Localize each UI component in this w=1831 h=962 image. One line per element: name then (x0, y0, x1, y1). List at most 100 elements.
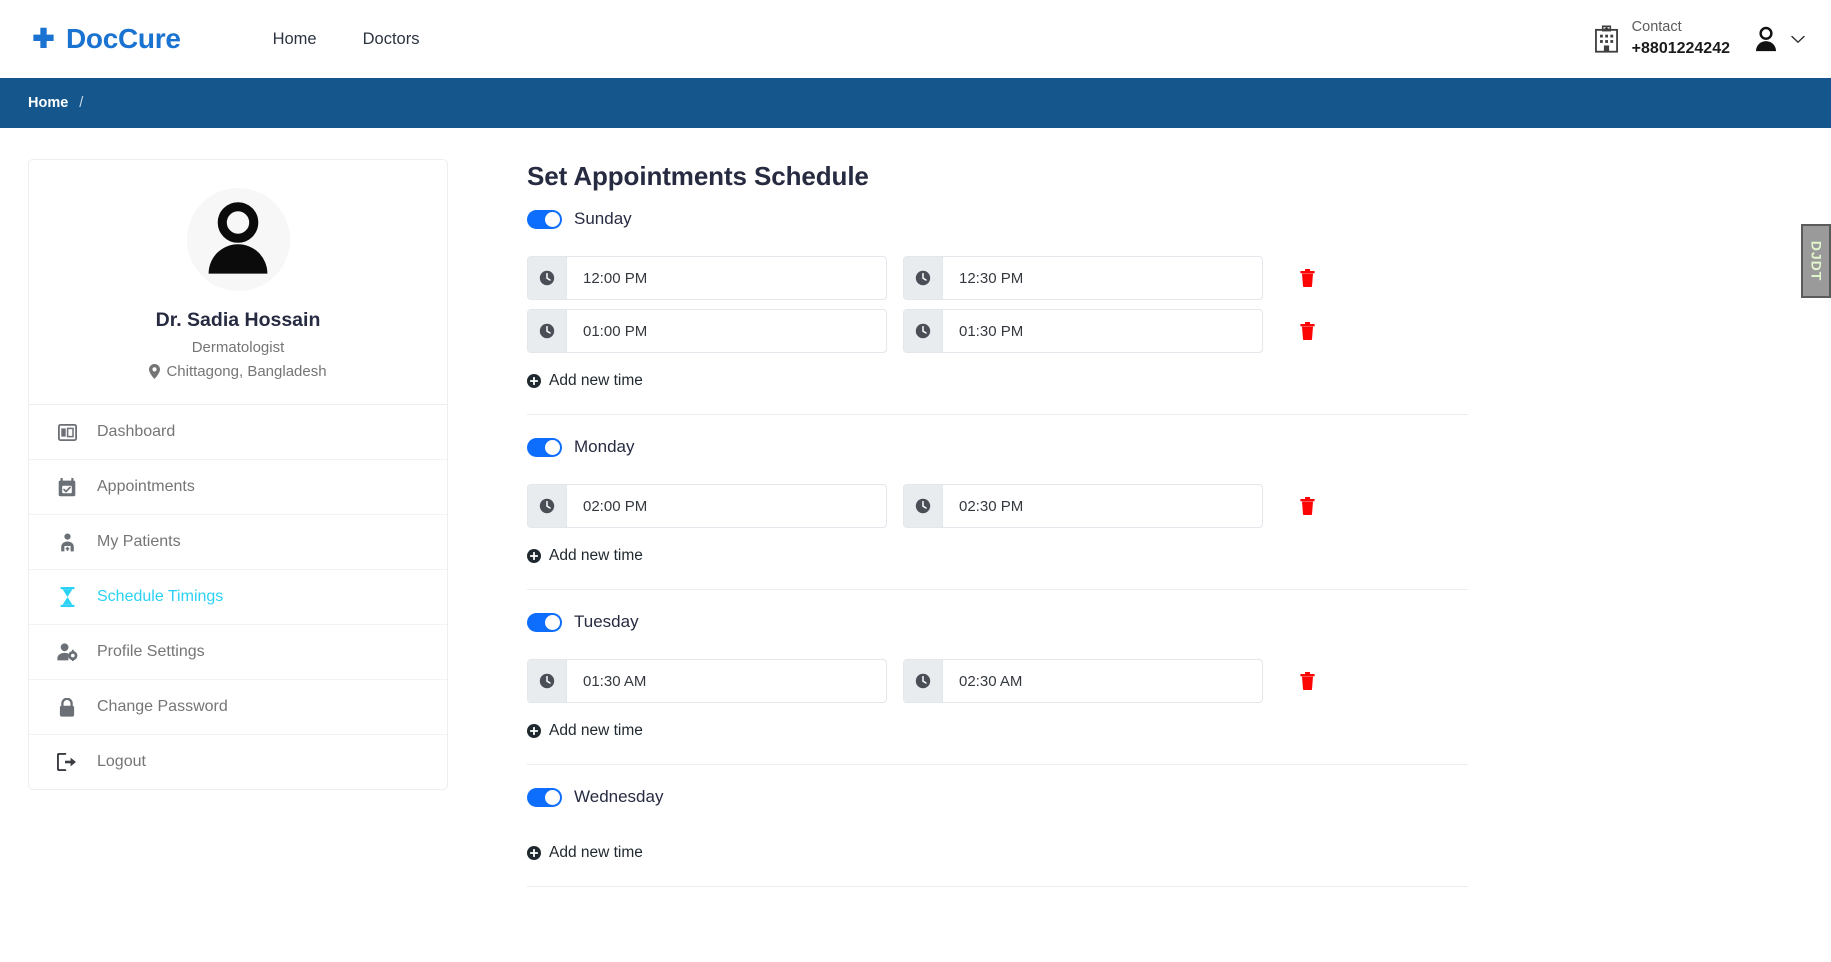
day-label: Monday (574, 437, 635, 456)
breadcrumb-item-home[interactable]: Home (28, 95, 68, 111)
start-time-input[interactable] (567, 257, 886, 299)
end-time-field[interactable] (903, 256, 1263, 300)
contact-block: Contact +8801224242 (1594, 18, 1730, 59)
user-avatar-icon (208, 201, 268, 274)
sidebar-item-profile-settings[interactable]: Profile Settings (29, 625, 447, 680)
chevron-down-icon (1791, 35, 1805, 43)
day-section-tuesday: Tuesday 01:30 AM 02:30 AM Add new time (527, 612, 1468, 743)
hourglass-icon (56, 586, 78, 608)
start-time-input[interactable] (567, 310, 886, 352)
delete-slot-button[interactable] (1295, 668, 1319, 694)
lock-icon (56, 696, 78, 718)
plus-circle-icon (527, 374, 541, 388)
sidebar: Dr. Sadia Hossain Dermatologist Chittago… (28, 159, 448, 909)
page-body: Dr. Sadia Hossain Dermatologist Chittago… (0, 128, 1831, 909)
add-new-time-button[interactable]: Add new time (527, 844, 643, 862)
start-time-field[interactable] (527, 309, 887, 353)
sidebar-item-label: Appointments (97, 478, 195, 495)
end-time-input[interactable] (943, 660, 1262, 702)
add-new-time-button[interactable]: Add new time (527, 372, 643, 390)
sidebar-item-label: Profile Settings (97, 643, 205, 660)
plus-circle-icon (527, 549, 541, 563)
clock-icon (904, 310, 943, 352)
trash-icon (1299, 269, 1315, 287)
start-time-field[interactable] (527, 484, 887, 528)
time-slot-row (527, 256, 1468, 300)
delete-slot-button[interactable] (1295, 493, 1319, 519)
delete-slot-button[interactable] (1295, 265, 1319, 291)
day-header: Sunday (527, 209, 1468, 229)
django-debug-toolbar-label: DJDT (1808, 240, 1824, 282)
sidebar-item-change-password[interactable]: Change Password (29, 680, 447, 735)
trash-icon (1299, 497, 1315, 515)
end-time-input[interactable] (943, 310, 1262, 352)
hospital-icon (1594, 25, 1618, 53)
profile-summary: Dr. Sadia Hossain Dermatologist Chittago… (29, 160, 447, 405)
day-toggle-wednesday[interactable] (527, 787, 562, 807)
main-nav: Home Doctors (273, 30, 420, 49)
logo-link[interactable]: DocCure (30, 23, 181, 55)
day-section-sunday: Sunday 12:00 PM 12:30 PM 01:00 PM 01:30 … (527, 209, 1468, 393)
day-toggle-monday[interactable] (527, 437, 562, 457)
plus-circle-icon (527, 846, 541, 860)
contact-label: Contact (1631, 19, 1682, 36)
add-new-time-button[interactable]: Add new time (527, 722, 643, 740)
sidebar-item-label: Dashboard (97, 423, 176, 440)
end-time-field[interactable] (903, 309, 1263, 353)
sidebar-item-label: My Patients (97, 533, 181, 550)
clock-icon (528, 485, 567, 527)
user-gear-icon (56, 641, 78, 663)
clock-icon (528, 660, 567, 702)
user-menu-button[interactable] (1752, 25, 1805, 53)
time-slot-row (527, 309, 1468, 353)
map-pin-icon (149, 364, 161, 379)
main-content: Set Appointments Schedule Sunday 12:00 P… (478, 159, 1831, 909)
breadcrumb: Home / (0, 78, 1831, 128)
trash-icon (1299, 322, 1315, 340)
start-time-field[interactable] (527, 659, 887, 703)
delete-slot-button[interactable] (1295, 318, 1319, 344)
header-right: Contact +8801224242 (1594, 18, 1805, 59)
sidebar-menu: Dashboard Appointments My Patients Sched… (29, 405, 447, 789)
start-time-input[interactable] (567, 485, 886, 527)
day-section-monday: Monday 02:00 PM 02:30 PM Add new time (527, 437, 1468, 568)
plus-circle-icon (527, 724, 541, 738)
day-label: Wednesday (574, 787, 664, 806)
time-slot-row (527, 484, 1468, 528)
sidebar-item-dashboard[interactable]: Dashboard (29, 405, 447, 460)
add-new-time-button[interactable]: Add new time (527, 547, 643, 565)
doctor-specialty: Dermatologist (191, 339, 285, 356)
django-debug-toolbar-tab[interactable]: DJDT (1801, 224, 1831, 298)
start-time-input[interactable] (567, 660, 886, 702)
add-new-time-label: Add new time (549, 844, 643, 861)
trash-icon (1299, 672, 1315, 690)
end-time-field[interactable] (903, 484, 1263, 528)
logo-text: DocCure (66, 23, 181, 54)
section-divider (527, 414, 1468, 415)
avatar (186, 188, 290, 291)
add-new-time-label: Add new time (549, 722, 643, 739)
sidebar-item-my-patients[interactable]: My Patients (29, 515, 447, 570)
day-toggle-sunday[interactable] (527, 209, 562, 229)
end-time-input[interactable] (943, 257, 1262, 299)
patients-icon (56, 531, 78, 553)
sidebar-item-label: Change Password (97, 698, 228, 715)
sidebar-item-schedule-timings[interactable]: Schedule Timings (29, 570, 447, 625)
sidebar-item-logout[interactable]: Logout (29, 735, 447, 789)
calendar-check-icon (56, 476, 78, 498)
nav-item-home[interactable]: Home (273, 30, 317, 49)
day-toggle-tuesday[interactable] (527, 612, 562, 632)
clock-icon (528, 310, 567, 352)
sidebar-item-appointments[interactable]: Appointments (29, 460, 447, 515)
end-time-input[interactable] (943, 485, 1262, 527)
end-time-field[interactable] (903, 659, 1263, 703)
breadcrumb-separator: / (79, 95, 84, 111)
add-new-time-label: Add new time (549, 372, 643, 389)
start-time-field[interactable] (527, 256, 887, 300)
medical-cross-icon (33, 27, 54, 48)
site-header: DocCure Home Doctors Contact +8801224242 (0, 0, 1831, 78)
user-avatar-icon (1755, 26, 1777, 52)
nav-item-doctors[interactable]: Doctors (363, 30, 420, 49)
sidebar-item-label: Logout (97, 753, 146, 770)
doctor-name: Dr. Sadia Hossain (155, 309, 321, 331)
